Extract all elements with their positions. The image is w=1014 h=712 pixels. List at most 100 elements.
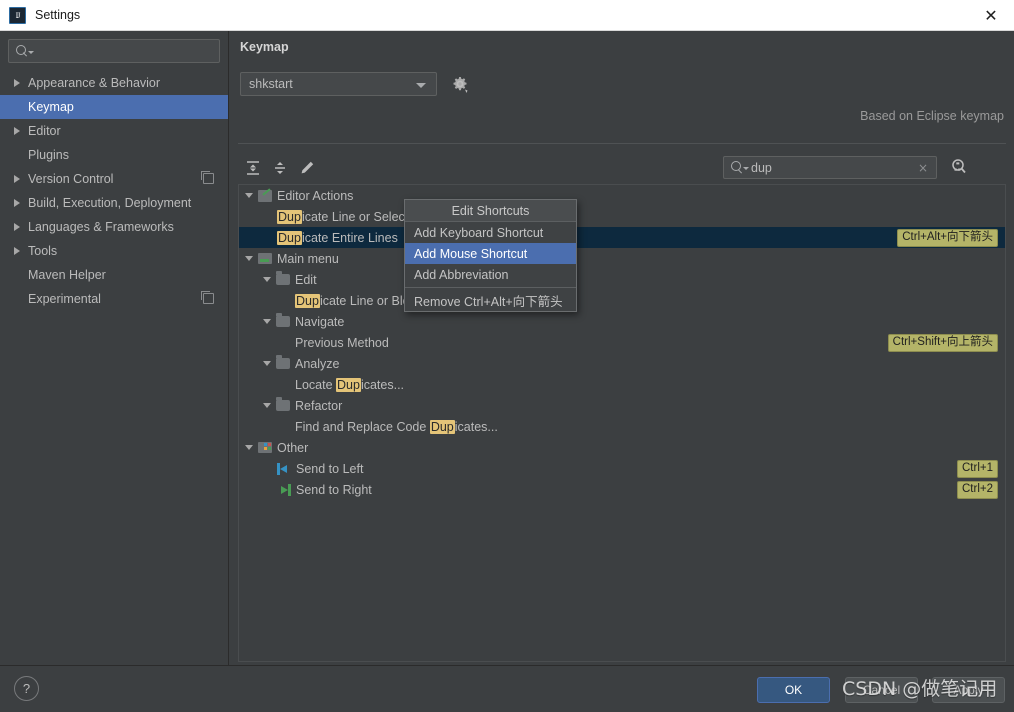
edit-shortcuts-context-menu[interactable]: Edit Shortcuts Add Keyboard Shortcut Add … (404, 199, 577, 312)
chevron-down-icon[interactable] (263, 277, 271, 282)
apply-button[interactable]: Apply (932, 677, 1005, 703)
tree-row-label: Navigate (295, 315, 344, 329)
label-suffix: Analyze (295, 356, 340, 371)
tree-row-label: Dupicate Line or Selection (277, 209, 425, 224)
tree-row-label: Previous Method (295, 336, 389, 350)
chevron-down-icon[interactable] (245, 445, 253, 450)
tree-row[interactable]: Other (239, 437, 1005, 458)
chevron-right-icon[interactable] (14, 247, 20, 255)
tree-row[interactable]: Navigate (239, 311, 1005, 332)
window-title: Settings (35, 8, 81, 22)
tree-row[interactable]: Refactor (239, 395, 1005, 416)
chevron-down-icon[interactable] (263, 361, 271, 366)
sidebar-item-version-control[interactable]: Version Control (0, 167, 228, 191)
search-icon (16, 44, 34, 58)
chevron-down-icon[interactable] (263, 319, 271, 324)
tree-row[interactable]: Edit (239, 269, 1005, 290)
chevron-down-icon[interactable] (245, 193, 253, 198)
clear-search-icon[interactable]: × (918, 161, 928, 175)
shortcut-badge: Ctrl+Alt+向下箭头 (897, 229, 998, 247)
label-suffix: Navigate (295, 314, 345, 329)
folder-icon (276, 313, 290, 327)
chevron-right-icon[interactable] (14, 223, 20, 231)
tree-row-label: Refactor (295, 399, 342, 413)
find-by-shortcut-icon[interactable] (949, 157, 969, 177)
sidebar-item-label: Tools (28, 244, 58, 258)
help-button[interactable]: ? (14, 676, 39, 701)
sidebar-item-label: Experimental (28, 292, 101, 306)
chevron-down-icon[interactable] (263, 403, 271, 408)
keymap-select-value: shkstart (249, 77, 293, 91)
sidebar-item-keymap[interactable]: Keymap (0, 95, 228, 119)
search-input[interactable] (37, 43, 207, 59)
keymap-actions-tree[interactable]: Editor Actions Dupicate Line or Selection… (238, 184, 1006, 662)
tree-row[interactable]: Send to Left Ctrl+1 (239, 458, 1005, 479)
label-suffix: Other (277, 440, 309, 455)
sidebar-item-editor[interactable]: Editor (0, 119, 228, 143)
tree-row-label: Analyze (295, 357, 339, 371)
close-icon[interactable]: ✕ (968, 0, 1014, 30)
tree-row-label: Dupicate Entire Lines (277, 230, 398, 245)
chevron-right-icon[interactable] (14, 79, 20, 87)
sidebar-item-build-execution-deployment[interactable]: Build, Execution, Deployment (0, 191, 228, 215)
sidebar-item-languages-frameworks[interactable]: Languages & Frameworks (0, 215, 228, 239)
search-match-highlight: Dup (277, 209, 302, 224)
tree-row[interactable]: Find and Replace Code Dupicates... (239, 416, 1005, 437)
menu-separator (405, 287, 576, 288)
shortcut-badge: Ctrl+1 (957, 460, 998, 478)
title-bar: Settings ✕ (0, 0, 1014, 31)
label-prefix: Find and Replace Code (295, 419, 430, 434)
pencil-edit-icon[interactable] (298, 159, 316, 177)
send-to-left-icon (277, 462, 291, 475)
chevron-right-icon[interactable] (14, 175, 20, 183)
chevron-right-icon[interactable] (14, 199, 20, 207)
sidebar-item-plugins[interactable]: Plugins (0, 143, 228, 167)
tree-row[interactable]: Previous Method Ctrl+Shift+向上箭头 (239, 332, 1005, 353)
keymap-search-field[interactable]: dup × (723, 156, 937, 179)
sidebar-item-label: Plugins (28, 148, 69, 162)
context-menu-item[interactable]: Add Abbreviation (405, 264, 576, 285)
sidebar-item-label: Keymap (28, 100, 74, 114)
sidebar-item-label: Maven Helper (28, 268, 106, 282)
copy-settings-icon (201, 171, 214, 184)
cancel-button[interactable]: Cancel (845, 677, 918, 703)
chevron-right-icon[interactable] (14, 127, 20, 135)
tree-row[interactable]: Send to Right Ctrl+2 (239, 479, 1005, 500)
tree-row-label: Edit (295, 273, 317, 287)
label-suffix: icates... (360, 377, 405, 392)
shortcut-badge: Ctrl+Shift+向上箭头 (887, 334, 998, 352)
sidebar-item-label: Editor (28, 124, 61, 138)
search-match-highlight: Dup (336, 377, 361, 392)
folder-icon (276, 355, 290, 369)
tree-row[interactable]: Dupicate Line or Block (239, 290, 1005, 311)
search-icon (731, 161, 749, 174)
gear-icon[interactable] (450, 74, 470, 94)
sidebar-item-tools[interactable]: Tools (0, 239, 228, 263)
ok-button[interactable]: OK (757, 677, 830, 703)
tree-row[interactable]: Editor Actions (239, 185, 1005, 206)
collapse-all-icon[interactable] (271, 159, 289, 177)
context-menu-item[interactable]: Add Keyboard Shortcut (405, 222, 576, 243)
chevron-down-icon[interactable] (245, 256, 253, 261)
tree-row[interactable]: Dupicate Entire Lines Ctrl+Alt+向下箭头 (239, 227, 1005, 248)
label-prefix: Send to Right (296, 482, 372, 497)
keymap-select[interactable]: shkstart (240, 72, 437, 96)
sidebar-item-label: Build, Execution, Deployment (28, 196, 192, 210)
context-menu-item[interactable]: Remove Ctrl+Alt+向下箭头 (405, 290, 576, 311)
label-suffix: icates... (454, 419, 498, 434)
sidebar-item-experimental[interactable]: Experimental (0, 287, 228, 311)
sidebar-search-field[interactable] (8, 39, 220, 63)
tree-row[interactable]: Analyze (239, 353, 1005, 374)
context-menu-item[interactable]: Add Mouse Shortcut (405, 243, 576, 264)
sidebar-item-maven-helper[interactable]: Maven Helper (0, 263, 228, 287)
section-divider (238, 143, 1006, 144)
editor-actions-icon (258, 189, 272, 202)
expand-all-icon[interactable] (244, 159, 262, 177)
tree-row[interactable]: Main menu (239, 248, 1005, 269)
sidebar-item-appearance-behavior[interactable]: Appearance & Behavior (0, 71, 228, 95)
dialog-footer: ? OK Cancel Apply (0, 665, 1014, 712)
tree-row[interactable]: Locate Dupicates... (239, 374, 1005, 395)
tree-row[interactable]: Dupicate Line or Selection (239, 206, 1005, 227)
settings-sidebar: Appearance & Behavior Keymap Editor Plugins… (0, 31, 229, 665)
send-to-right-icon (277, 483, 291, 496)
